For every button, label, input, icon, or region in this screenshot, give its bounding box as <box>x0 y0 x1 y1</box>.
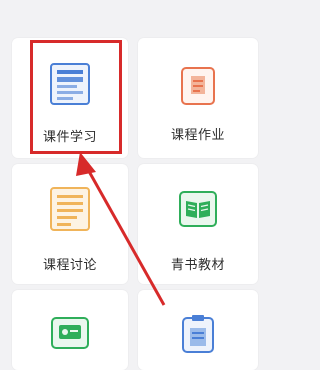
card-icon <box>50 316 90 354</box>
tile-label: 青书教材 <box>170 258 225 273</box>
tile-textbook[interactable]: 青书教材 <box>138 164 258 284</box>
tile-card[interactable] <box>12 290 128 370</box>
courseware-icon <box>49 62 91 110</box>
tile-course-homework[interactable]: 课程作业 <box>138 38 258 158</box>
tile-label: 课程作业 <box>170 128 225 143</box>
tile-label: 课件学习 <box>42 130 97 145</box>
tile-courseware-study[interactable]: 课件学习 <box>12 38 128 158</box>
textbook-icon <box>178 190 218 232</box>
discussion-icon <box>49 186 91 236</box>
clipboard-icon <box>181 314 215 358</box>
tile-clipboard[interactable] <box>138 290 258 370</box>
function-grid: 课件学习 课程作业 课程讨论 青书教材 <box>0 0 270 370</box>
tile-label: 课程讨论 <box>42 258 97 273</box>
homework-icon <box>180 66 216 110</box>
tile-course-discussion[interactable]: 课程讨论 <box>12 164 128 284</box>
